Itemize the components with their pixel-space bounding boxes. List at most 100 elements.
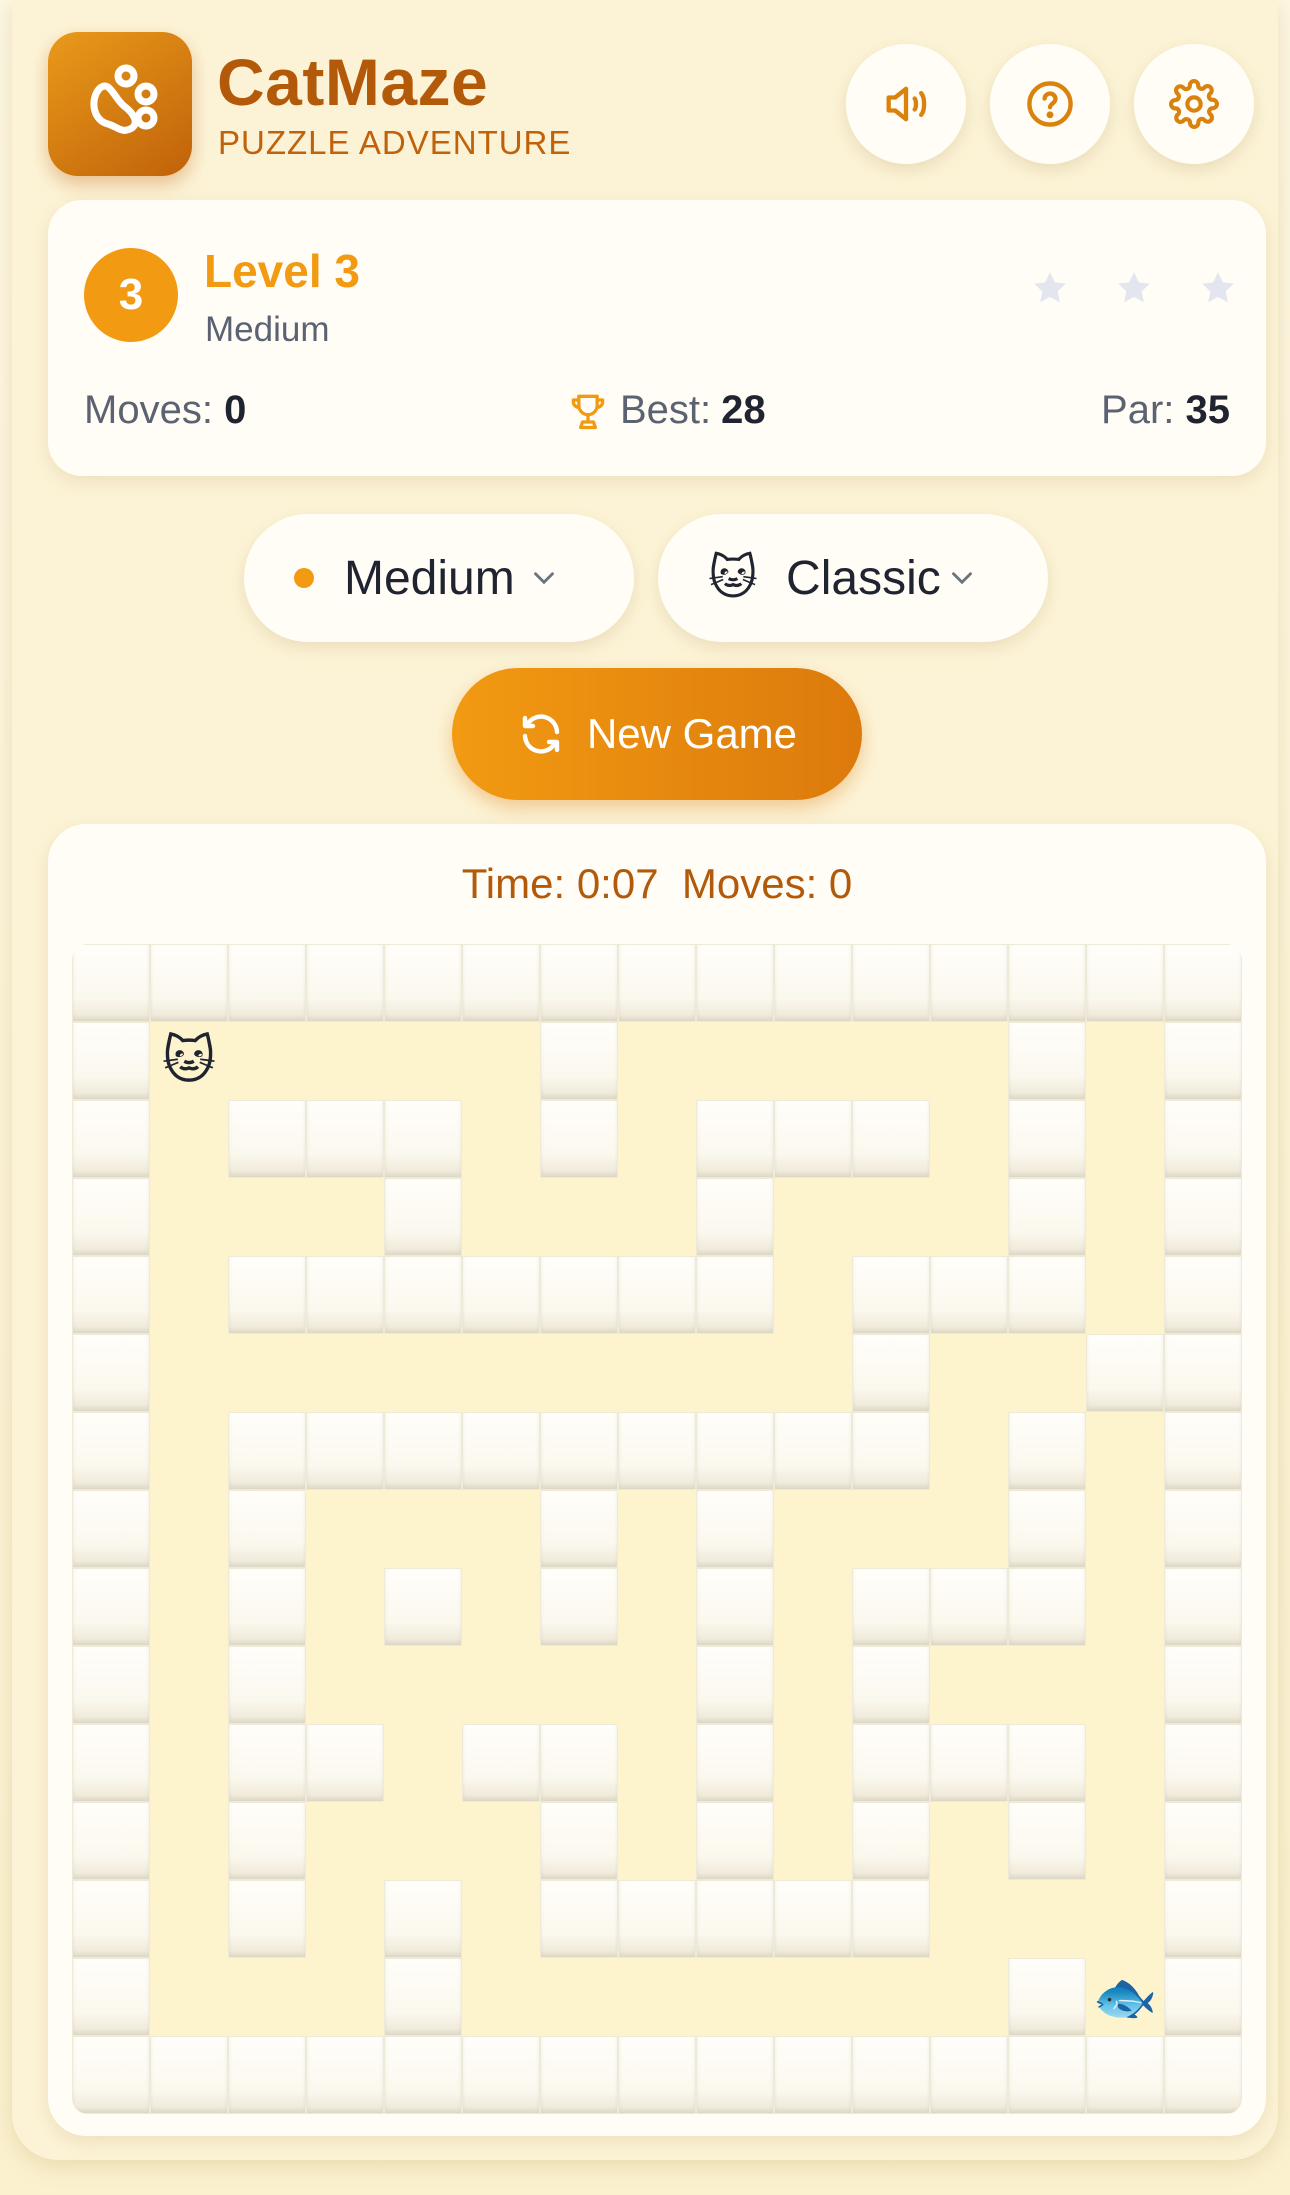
settings-button[interactable] [1134,44,1254,164]
trophy-icon [571,394,605,429]
maze-wall [306,944,384,1022]
maze-wall [72,944,150,1022]
maze-wall [1008,2036,1086,2114]
maze-wall [306,1100,384,1178]
maze-wall [852,944,930,1022]
maze-path [462,1022,540,1100]
maze-wall [696,944,774,1022]
maze-wall [228,1802,306,1880]
maze-wall [72,1178,150,1256]
maze-wall [228,1880,306,1958]
maze-path [306,1880,384,1958]
maze-path [852,1958,930,2036]
maze-path [930,1412,1008,1490]
maze-wall [1164,1646,1242,1724]
maze-path [774,1334,852,1412]
maze-wall [462,2036,540,2114]
maze-wall [72,1490,150,1568]
maze-wall [1086,2036,1164,2114]
maze-path [306,1334,384,1412]
maze-wall [1008,1178,1086,1256]
maze-wall [618,1880,696,1958]
maze-wall [384,944,462,1022]
maze-wall [852,1724,930,1802]
maze-path [306,1646,384,1724]
sound-button[interactable] [846,44,966,164]
maze-path [1086,1568,1164,1646]
maze-path [306,1490,384,1568]
maze-wall [774,1880,852,1958]
app-panel: CatMaze PUZZLE ADVENTURE 3 Level 3 Mediu… [12,0,1278,2160]
moves-label: Moves: [84,388,213,432]
maze-path [618,1334,696,1412]
speaker-icon [886,86,927,122]
maze-wall [72,1256,150,1334]
maze-path [540,1958,618,2036]
maze-wall [306,2036,384,2114]
maze-wall [1164,1178,1242,1256]
maze-path [150,1412,228,1490]
maze-wall [1008,1022,1086,1100]
new-game-button[interactable]: New Game [452,668,862,800]
maze-path [462,1880,540,1958]
maze-wall [696,1568,774,1646]
maze-wall [1164,1490,1242,1568]
maze-wall [1164,2036,1242,2114]
maze-grid[interactable]: 🐱 🐟 [72,944,1242,2114]
best-label: Best: [620,388,712,432]
maze-wall [1008,944,1086,1022]
maze-path [306,1022,384,1100]
maze-wall [696,1490,774,1568]
maze-path [384,1334,462,1412]
maze-wall [384,1880,462,1958]
difficulty-select[interactable]: Medium [244,514,634,642]
maze-wall [228,944,306,1022]
maze-wall [540,1724,618,1802]
maze-wall [72,1880,150,1958]
maze-path [618,1646,696,1724]
maze-path [150,1802,228,1880]
maze-path [774,1022,852,1100]
maze-path [618,1100,696,1178]
chevron-down-icon [533,572,554,585]
maze-path [774,1724,852,1802]
maze-wall [1086,1334,1164,1412]
theme-select[interactable]: 🐱 Classic [658,514,1048,642]
maze-path [462,1646,540,1724]
maze-wall [852,1100,930,1178]
maze-wall [852,1334,930,1412]
maze-path [306,1802,384,1880]
maze-path [774,1490,852,1568]
par-value: 35 [1185,388,1231,432]
game-status: Time: 0:07 Moves: 0 [461,860,853,907]
maze-path [462,1958,540,2036]
help-button[interactable] [990,44,1110,164]
maze-wall [72,1958,150,2036]
maze-wall [72,1022,150,1100]
best-value: 28 [721,388,766,432]
maze-wall [696,1802,774,1880]
maze-path [384,1022,462,1100]
maze-wall [384,1412,462,1490]
maze-wall [540,1568,618,1646]
maze-wall [462,1724,540,1802]
maze-wall [618,1256,696,1334]
cat-theme-icon: 🐱 [708,552,759,605]
maze-path [306,1178,384,1256]
maze-wall [774,1412,852,1490]
maze-path [696,1022,774,1100]
maze-path [1086,1646,1164,1724]
maze-wall [696,2036,774,2114]
maze-wall [384,1958,462,2036]
maze-path [1086,1022,1164,1100]
maze-wall [72,1412,150,1490]
difficulty-value: Medium [344,551,515,605]
maze-wall [774,1100,852,1178]
maze-path [618,1022,696,1100]
maze-wall [1164,1334,1242,1412]
moves-stat: Moves: 0 [84,388,246,433]
level-title: Level 3 [204,245,360,297]
difficulty-dot [294,568,314,588]
maze-wall [774,944,852,1022]
maze-wall [696,1412,774,1490]
